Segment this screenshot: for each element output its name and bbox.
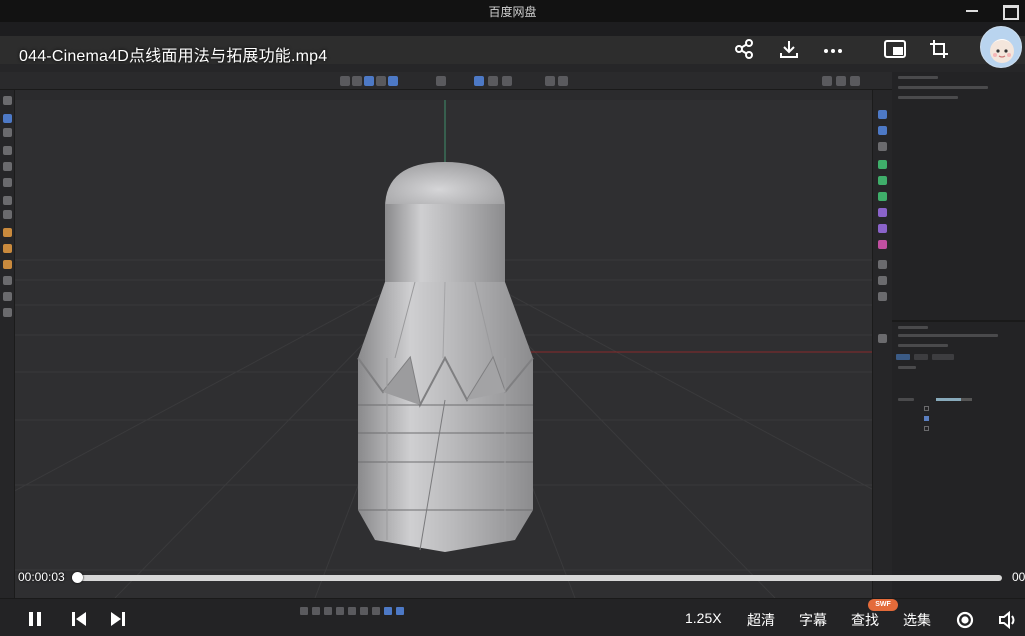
tool-icon	[878, 126, 887, 135]
tool-icon	[878, 160, 887, 169]
toolbar-icon	[488, 76, 498, 86]
rotate-tool-icon	[3, 162, 12, 171]
app-title: 百度网盘	[488, 5, 537, 19]
volume-icon[interactable]	[998, 610, 1020, 635]
quality-button[interactable]: 超清	[747, 610, 775, 630]
c4d-attribute-panel	[892, 72, 1025, 612]
toolbar-icon	[364, 76, 374, 86]
text-icon	[878, 142, 887, 151]
panel-tab	[932, 354, 954, 360]
previous-icon[interactable]	[70, 610, 88, 633]
model-cylinder	[385, 204, 505, 282]
select-tool-icon	[3, 114, 12, 123]
c4d-right-toolbar	[872, 90, 892, 610]
toolbar-icon	[352, 76, 362, 86]
tool-icon	[878, 176, 887, 185]
panel-row	[898, 326, 928, 329]
panel-row	[898, 96, 958, 99]
more-icon[interactable]	[822, 40, 850, 68]
tool-icon	[878, 334, 887, 343]
panel-row	[898, 344, 948, 347]
search-button[interactable]: 查找	[851, 610, 879, 630]
next-icon[interactable]	[109, 610, 127, 633]
scale-tool-icon	[3, 178, 12, 187]
model-base	[358, 358, 533, 552]
current-time: 00:00:03	[18, 570, 65, 584]
settings-icon[interactable]	[955, 610, 975, 635]
video-frame[interactable]: 044-Cinema4D点线面用法与拓展功能.mp4 00:00:03 00 S…	[0, 22, 1025, 636]
tool-icon	[3, 244, 12, 253]
toolbar-icon	[502, 76, 512, 86]
tool-icon	[3, 210, 12, 219]
c4d-toolbar	[0, 72, 1025, 90]
viewport-header	[15, 90, 872, 100]
speed-button[interactable]: 1.25X	[685, 610, 722, 626]
panel-row	[898, 86, 988, 89]
toolbar-icon	[436, 76, 446, 86]
tool-icon	[878, 240, 887, 249]
c4d-window-strip	[0, 22, 1025, 36]
fullscreen-crop-icon[interactable]	[928, 38, 956, 66]
avatar[interactable]	[980, 26, 1022, 68]
panel-checkbox	[924, 426, 929, 431]
panel-checkbox	[924, 406, 929, 411]
model-taper	[358, 282, 533, 358]
tool-icon	[3, 196, 12, 205]
toolbar-icon	[822, 76, 832, 86]
share-icon[interactable]	[733, 38, 761, 66]
tool-icon	[3, 260, 12, 269]
move-tool-icon	[3, 146, 12, 155]
tool-icon	[3, 228, 12, 237]
tool-icon	[878, 192, 887, 201]
toolbar-icon	[850, 76, 860, 86]
tool-icon	[878, 260, 887, 269]
timeline-controls	[300, 602, 600, 615]
panel-tab	[896, 354, 910, 360]
tool-icon	[878, 276, 887, 285]
panel-row	[898, 334, 998, 337]
maximize-icon[interactable]	[992, 0, 1025, 22]
window-titlebar: 百度网盘	[0, 0, 1025, 22]
pause-icon[interactable]	[26, 610, 44, 633]
progress-knob[interactable]	[71, 572, 83, 583]
panel-row	[898, 398, 914, 401]
toolbar-icon	[474, 76, 484, 86]
minimize-icon[interactable]	[955, 0, 989, 22]
tool-icon	[878, 292, 887, 301]
panel-slider	[936, 398, 972, 401]
tool-icon	[878, 110, 887, 119]
tool-icon	[878, 208, 887, 217]
playlist-button[interactable]: 选集	[903, 610, 931, 630]
viewport-scene	[15, 100, 872, 598]
video-title: 044-Cinema4D点线面用法与拓展功能.mp4	[19, 48, 328, 65]
toolbar-icon	[545, 76, 555, 86]
panel-row	[898, 76, 938, 79]
panel-row	[898, 366, 916, 369]
toolbar-icon	[388, 76, 398, 86]
search-icon	[3, 96, 12, 105]
toolbar-icon	[836, 76, 846, 86]
toolbar-icon	[558, 76, 568, 86]
model-dome	[385, 162, 505, 208]
panel-separator	[892, 320, 1025, 322]
tool-icon	[3, 308, 12, 317]
tool-icon	[3, 128, 12, 137]
brush-icon	[3, 276, 12, 285]
tool-icon	[878, 224, 887, 233]
tool-icon	[3, 292, 12, 301]
toolbar-icon	[340, 76, 350, 86]
picture-in-picture-icon[interactable]	[883, 38, 911, 66]
c4d-left-toolbar	[0, 90, 15, 610]
progress-bar[interactable]	[71, 572, 1002, 583]
toolbar-icon	[376, 76, 386, 86]
subtitle-button[interactable]: 字幕	[799, 610, 827, 630]
end-time: 00	[1012, 570, 1025, 584]
panel-checkbox	[924, 416, 929, 421]
c4d-viewport	[15, 100, 872, 598]
panel-tab	[914, 354, 928, 360]
download-icon[interactable]	[778, 38, 806, 66]
